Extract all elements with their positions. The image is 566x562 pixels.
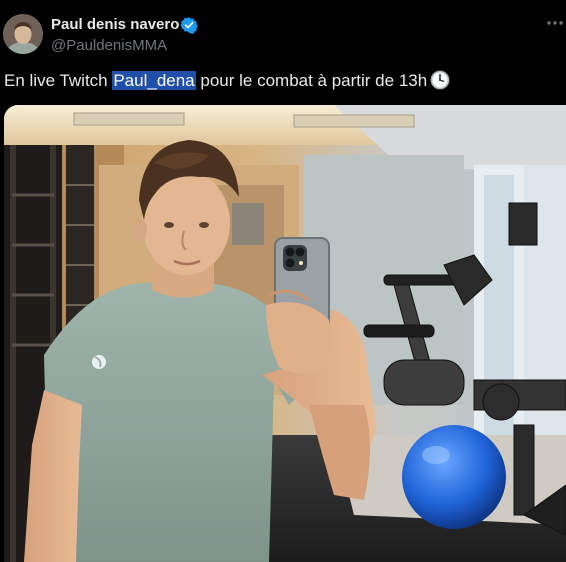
more-options-button[interactable] [544, 12, 566, 34]
more-horizontal-icon [547, 21, 563, 25]
tweet-text: En live Twitch Paul_dena pour le combat … [4, 70, 450, 92]
clock-icon [430, 70, 450, 90]
tweet-text-start: En live Twitch [4, 71, 113, 90]
user-handle[interactable]: @PauldenisMMA [51, 37, 167, 54]
tweet-photo[interactable] [4, 105, 566, 562]
tweet-text-end: pour le combat à partir de 13h [195, 71, 428, 90]
gym-mirror-selfie-photo-icon [4, 105, 566, 562]
tweet-header: Paul denis navero @PauldenisMMA [0, 0, 566, 64]
avatar-photo-icon [3, 14, 43, 54]
avatar[interactable] [3, 14, 43, 54]
display-name[interactable]: Paul denis navero [51, 16, 179, 33]
mention-link[interactable]: Paul_dena [112, 71, 196, 90]
verified-badge-icon [180, 16, 198, 34]
